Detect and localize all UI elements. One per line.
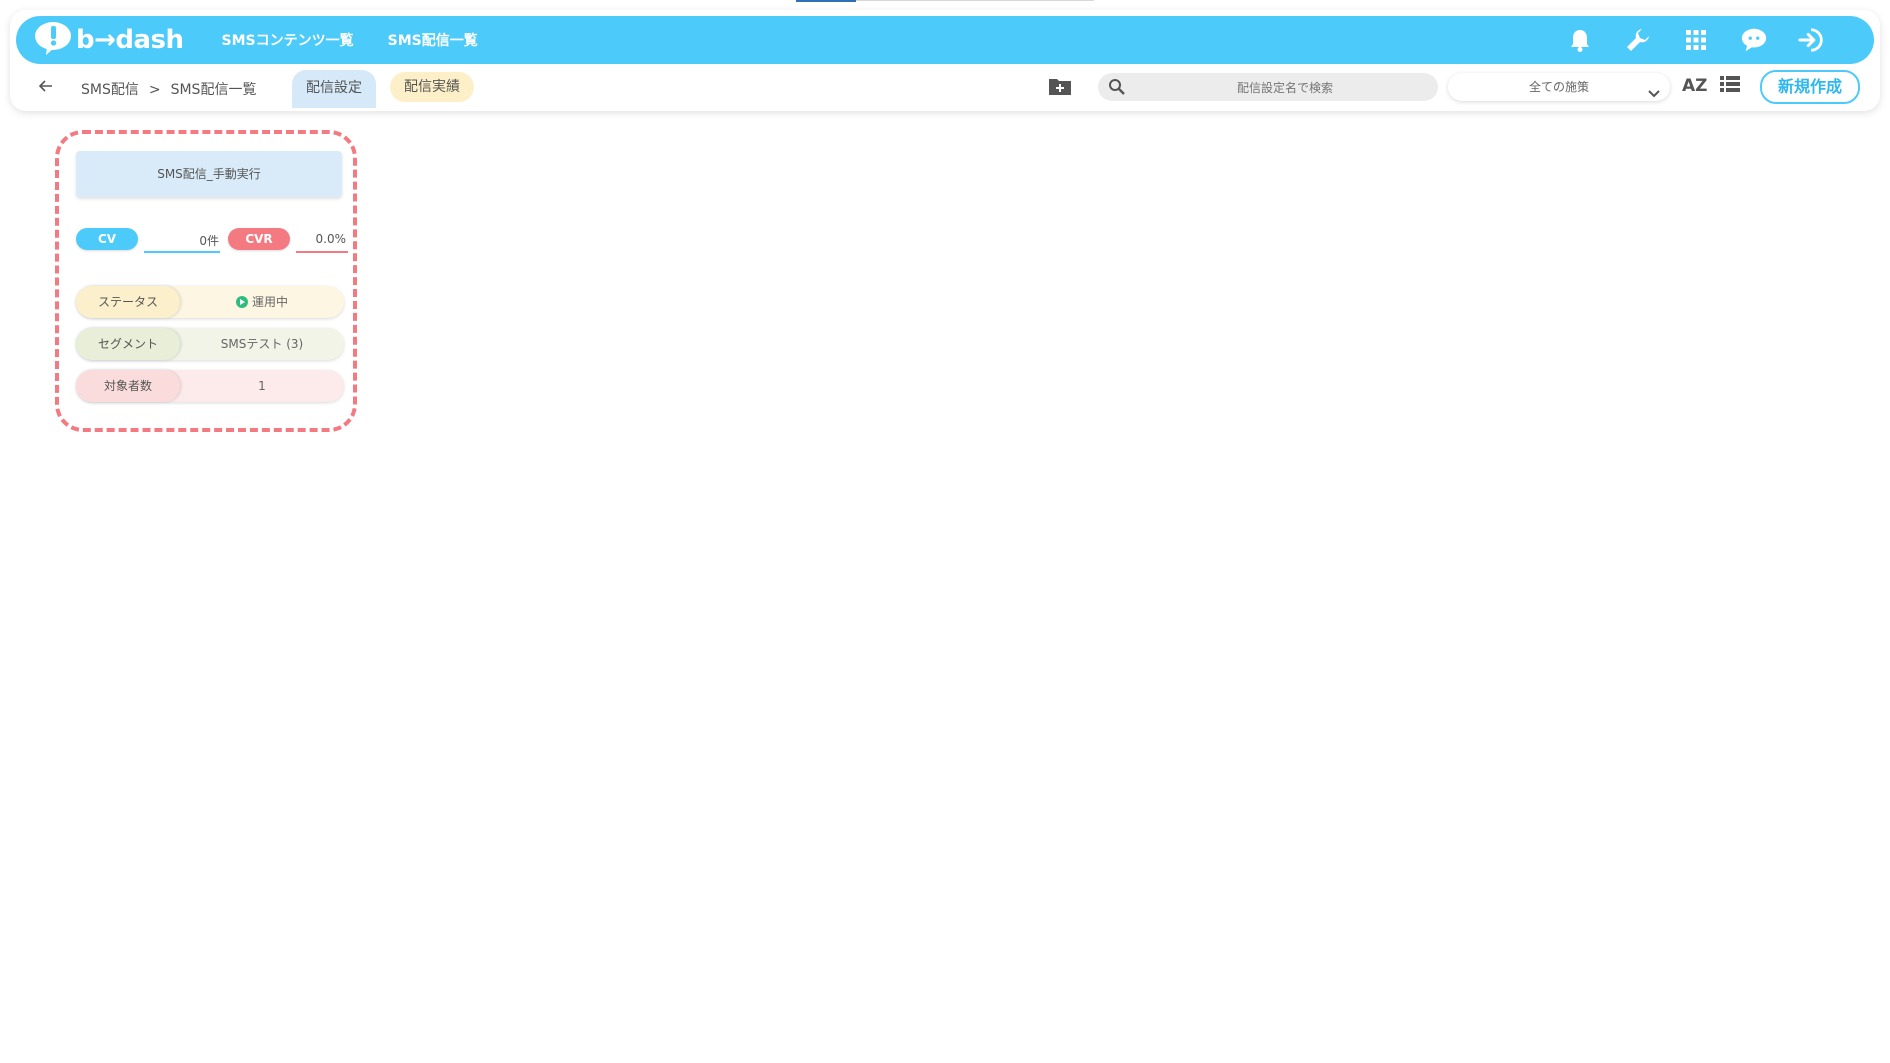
status-label: ステータス	[76, 286, 180, 318]
status-text: 運用中	[251, 295, 288, 309]
sort-az-button[interactable]: AZ	[1682, 76, 1707, 96]
cvr-value: 0.0%	[315, 232, 347, 246]
back-arrow-icon[interactable]	[38, 78, 58, 98]
delivery-card: SMS配信_手動実行 CV 0件 CVR 0.0% ステータス 運用中 セグメン…	[70, 146, 348, 418]
metric-row: CV 0件 CVR 0.0%	[76, 228, 348, 258]
cvr-badge: CVR	[228, 228, 290, 250]
cv-value: 0件	[199, 234, 219, 248]
breadcrumb: SMS配信 > SMS配信一覧	[81, 79, 256, 99]
chevron-down-icon	[1648, 81, 1660, 109]
search-input[interactable]	[1138, 73, 1432, 103]
top-tab-indicator	[796, 0, 856, 2]
search-icon	[1108, 78, 1126, 96]
filter-select[interactable]: 全ての施策	[1448, 73, 1670, 101]
add-folder-icon[interactable]	[1048, 76, 1074, 98]
target-count-value: 1	[258, 379, 266, 393]
list-view-icon[interactable]	[1720, 76, 1740, 96]
filter-select-value: 全ての施策	[1528, 80, 1589, 94]
segment-row: セグメント SMSテスト (3)	[76, 328, 344, 360]
nav-sms-contents[interactable]: SMSコンテンツ一覧	[222, 30, 354, 50]
cvr-underline	[296, 251, 348, 253]
logo-bubble-icon	[34, 21, 72, 59]
header-bar: b→dash SMSコンテンツ一覧 SMS配信一覧	[16, 16, 1874, 64]
target-count-label: 対象者数	[76, 370, 180, 402]
status-value: 運用中	[180, 286, 344, 318]
play-circle-icon	[235, 296, 248, 308]
segment-label: セグメント	[76, 328, 180, 360]
create-new-button[interactable]: 新規作成	[1760, 70, 1860, 104]
wrench-icon[interactable]	[1624, 26, 1652, 54]
cv-badge: CV	[76, 228, 138, 250]
tab-delivery-settings[interactable]: 配信設定	[292, 70, 376, 108]
logo-text: b→dash	[76, 25, 184, 55]
cv-underline	[144, 251, 220, 253]
tab-delivery-results[interactable]: 配信実績	[390, 72, 474, 102]
breadcrumb-sms-delivery[interactable]: SMS配信	[81, 82, 139, 98]
search-box	[1098, 73, 1438, 103]
target-count-row: 対象者数 1	[76, 370, 344, 402]
card-title[interactable]: SMS配信_手動実行	[76, 151, 342, 197]
segment-value: SMSテスト (3)	[220, 337, 304, 351]
nav-sms-delivery[interactable]: SMS配信一覧	[388, 30, 478, 50]
top-tab-track	[856, 0, 1094, 1]
breadcrumb-sms-delivery-list: SMS配信一覧	[170, 82, 257, 98]
breadcrumb-separator: >	[148, 82, 161, 98]
grid-icon[interactable]	[1682, 26, 1710, 54]
logo[interactable]: b→dash	[34, 21, 184, 59]
bell-icon[interactable]	[1566, 26, 1594, 54]
sub-toolbar: SMS配信 > SMS配信一覧 配信設定 配信実績 全ての施策 AZ 新規作成	[30, 68, 1866, 108]
chat-icon[interactable]	[1740, 26, 1768, 54]
logout-icon[interactable]	[1798, 26, 1826, 54]
status-row: ステータス 運用中	[76, 286, 344, 318]
